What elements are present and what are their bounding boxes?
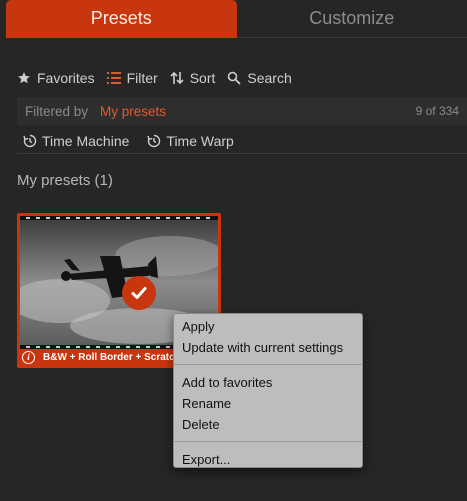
chip-time-machine-label: Time Machine [42,132,130,149]
search-button[interactable]: Search [227,70,292,86]
active-filter-bar: Filtered by My presets 9 of 334 [17,97,467,125]
chip-time-machine[interactable]: Time Machine [23,133,129,149]
sort-button[interactable]: Sort [170,70,216,86]
preset-name: B&W + Roll Border + Scratch [43,351,181,363]
selected-check-badge [122,276,156,310]
menu-item-delete[interactable]: Delete [174,414,362,435]
tab-bar: Presets Customize [0,0,467,38]
search-icon [228,71,242,85]
chip-time-warp[interactable]: Time Warp [147,132,234,149]
check-icon [131,287,147,299]
info-icon[interactable]: i [22,350,35,364]
filter-value-link[interactable]: My presets [100,104,166,119]
timer-icon [23,134,37,147]
collection-chips: Time Machine Time Warp [17,128,467,154]
filtered-by-label: Filtered by [25,103,89,119]
menu-item-update[interactable]: Update with current settings [174,337,362,358]
result-count: 9 of 334 [415,104,459,118]
menu-separator [174,441,362,442]
menu-item-rename[interactable]: Rename [174,393,362,414]
filter-list-icon [106,72,121,84]
filter-label: Filter [126,70,158,86]
section-title: My presets (1) [17,172,113,189]
tab-customize[interactable]: Customize [236,0,467,38]
tab-presets[interactable]: Presets [6,0,237,38]
favorites-label: Favorites [37,70,95,86]
menu-item-add-favorites[interactable]: Add to favorites [174,372,362,393]
menu-item-export[interactable]: Export... [174,449,362,470]
preset-context-menu: Apply Update with current settings Add t… [173,313,363,468]
sort-arrows-icon [170,71,184,85]
menu-separator [174,364,362,365]
sort-label: Sort [189,70,216,86]
filter-button[interactable]: Filter [106,70,158,86]
star-icon [18,72,30,84]
favorites-button[interactable]: Favorites [17,70,95,86]
preset-toolbar: Favorites Filter Sort Search [0,64,467,92]
chip-time-warp-label: Time Warp [166,132,234,149]
timer-icon [147,134,161,147]
search-label: Search [247,70,292,86]
menu-item-apply[interactable]: Apply [174,316,362,337]
